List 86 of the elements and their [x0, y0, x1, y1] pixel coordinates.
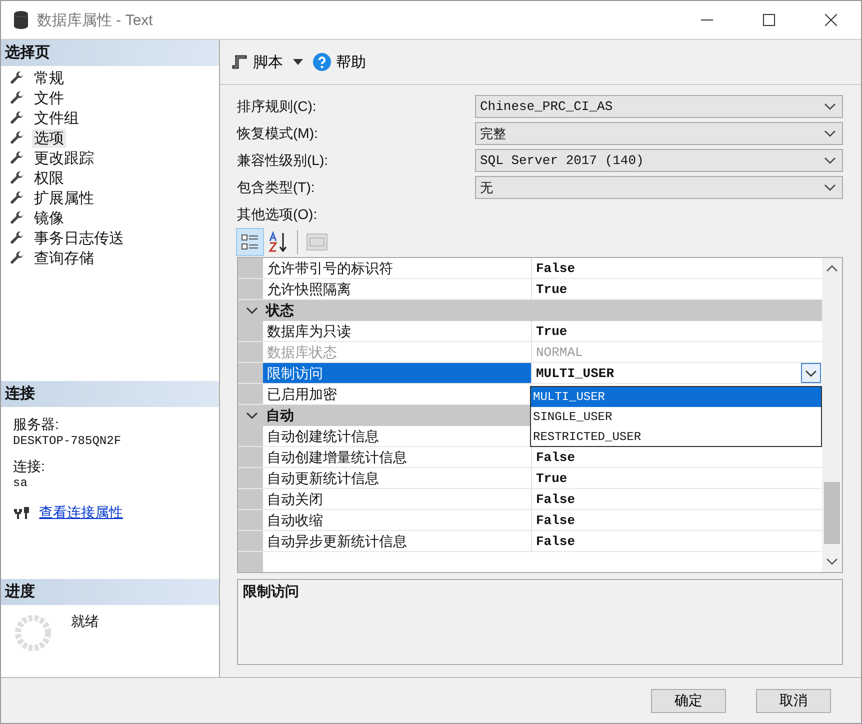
dropdown-button[interactable] [801, 363, 821, 383]
property-value: False [536, 450, 576, 464]
window-title: 数据库属性 - Text [37, 10, 153, 30]
property-name[interactable]: 自动收缩 [263, 510, 532, 530]
property-value: False [536, 512, 576, 528]
other-options-label: 其他选项(O): [237, 205, 318, 224]
scrollbar-thumb[interactable] [824, 482, 840, 544]
script-icon [232, 54, 248, 70]
connection-user: sa [13, 476, 28, 490]
section-header: 选择页 [1, 40, 219, 66]
database-icon [13, 10, 29, 30]
wrench-icon [10, 211, 24, 225]
page-item[interactable]: 扩展属性 [32, 188, 96, 208]
connection-properties-link[interactable]: 查看连接属性 [39, 504, 123, 522]
help-icon [313, 53, 331, 71]
page-item[interactable]: 镜像 [32, 208, 66, 228]
page-item[interactable]: 文件组 [32, 108, 81, 128]
wrench-icon [10, 131, 24, 145]
field-label: 排序规则(C): [237, 98, 318, 116]
wrench-icon [10, 71, 24, 85]
spinner-icon [13, 613, 53, 653]
dropdown-option[interactable]: SINGLE_USER [531, 407, 821, 427]
caret-icon[interactable] [293, 59, 303, 65]
wrench-icon [10, 151, 24, 165]
page-item[interactable]: 常规 [32, 68, 66, 88]
property-name[interactable]: 自动更新统计信息 [263, 468, 532, 488]
collapse-icon[interactable] [246, 306, 258, 314]
page-item[interactable]: 查询存储 [32, 248, 96, 268]
section-header: 进度 [1, 579, 219, 605]
wrench-icon [10, 251, 24, 265]
page-item[interactable]: 文件 [32, 88, 66, 108]
page-item[interactable]: 更改跟踪 [32, 148, 96, 168]
categorized-view-icon[interactable] [237, 229, 263, 255]
dropdown-field[interactable]: SQL Server 2017 (140) [475, 149, 843, 172]
maximize-icon[interactable] [763, 14, 775, 26]
wrench-icon [10, 231, 24, 245]
field-label: 恢复模式(M): [237, 124, 319, 142]
property-name[interactable]: 限制访问 [263, 363, 532, 383]
close-icon[interactable] [825, 14, 837, 26]
connection-label: 连接: [13, 458, 45, 476]
progress-status: 就绪 [71, 613, 99, 631]
property-value: False [536, 492, 576, 506]
category-header[interactable]: 自动 [266, 406, 294, 424]
property-value: NORMAL [536, 344, 584, 360]
property-value: MULTI_USER [536, 366, 616, 380]
property-name[interactable]: 自动关闭 [263, 489, 532, 509]
dialog-button[interactable]: 确定 [651, 688, 726, 712]
chevron-down-icon [824, 184, 836, 192]
property-value: True [536, 324, 568, 338]
collapse-icon[interactable] [246, 412, 258, 420]
dropdown-option[interactable]: RESTRICTED_USER [531, 427, 821, 447]
help-button[interactable]: 帮助 [311, 50, 368, 74]
property-value: True [536, 282, 568, 296]
server-label: 服务器: [13, 416, 59, 434]
property-name[interactable]: 自动异步更新统计信息 [263, 531, 532, 551]
property-value: False [536, 260, 576, 276]
scroll-up-icon[interactable] [826, 264, 838, 272]
dropdown-field[interactable]: 完整 [475, 122, 843, 145]
wrench-icon [10, 171, 24, 185]
scroll-down-icon[interactable] [826, 558, 838, 566]
field-label: 包含类型(T): [237, 178, 316, 196]
dropdown-option[interactable]: MULTI_USER [531, 387, 821, 407]
category-header[interactable]: 状态 [266, 302, 294, 320]
dialog-button[interactable]: 取消 [756, 688, 831, 712]
chevron-down-icon [824, 102, 836, 110]
property-value: True [536, 470, 568, 486]
script-button[interactable]: 脚本 [230, 50, 285, 74]
dropdown-field[interactable]: Chinese_PRC_CI_AS [475, 95, 843, 118]
description-title: 限制访问 [243, 583, 299, 599]
chevron-down-icon [824, 156, 836, 164]
wrench-icon [10, 191, 24, 205]
property-name[interactable]: 数据库为只读 [263, 321, 532, 341]
page-item[interactable]: 选项 [32, 128, 66, 148]
field-label: 兼容性级别(L): [237, 152, 329, 170]
chevron-down-icon [824, 130, 836, 138]
property-name[interactable]: 允许快照隔离 [263, 279, 532, 299]
server-name: DESKTOP-785QN2F [13, 434, 122, 448]
plug-icon [13, 506, 31, 520]
property-value: False [536, 534, 576, 548]
wrench-icon [10, 111, 24, 125]
wrench-icon [10, 91, 24, 105]
page-item[interactable]: 事务日志传送 [32, 228, 126, 248]
dropdown-field[interactable]: 无 [475, 176, 843, 199]
section-header: 连接 [1, 381, 219, 407]
property-name[interactable]: 允许带引号的标识符 [263, 258, 532, 278]
page-item[interactable]: 权限 [32, 168, 66, 188]
